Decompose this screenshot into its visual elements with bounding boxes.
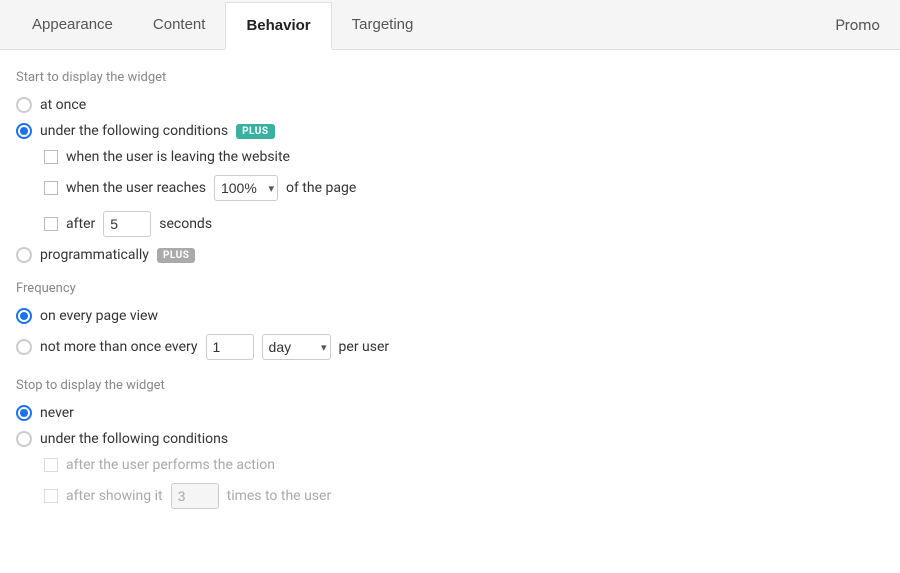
checkbox-after-action xyxy=(44,458,58,472)
label-seconds: seconds xyxy=(159,216,212,232)
radio-not-more[interactable] xyxy=(16,339,32,355)
frequency-number-input[interactable] xyxy=(206,334,254,360)
plus-badge-conditions: PLUS xyxy=(236,124,274,139)
radio-programmatically[interactable] xyxy=(16,247,32,263)
option-after-action: after the user performs the action xyxy=(44,457,884,473)
tab-appearance[interactable]: Appearance xyxy=(12,0,133,50)
option-not-more: not more than once every minute hour day… xyxy=(16,334,884,360)
showing-times-input xyxy=(171,483,219,509)
tab-behavior[interactable]: Behavior xyxy=(225,2,331,50)
stop-section-label: Stop to display the widget xyxy=(16,378,884,393)
tab-content[interactable]: Content xyxy=(133,0,226,50)
pct-select-wrapper: 25% 50% 75% 100% xyxy=(214,175,278,201)
tab-bar: Appearance Content Behavior Targeting Pr… xyxy=(0,0,900,50)
day-select-wrapper: minute hour day week month xyxy=(262,334,331,360)
label-reaches: when the user reaches xyxy=(66,180,206,196)
day-select[interactable]: minute hour day week month xyxy=(262,334,331,360)
option-under-conditions: under the following conditions PLUS xyxy=(16,123,884,139)
label-per-user: per user xyxy=(339,339,390,355)
label-leaving: when the user is leaving the website xyxy=(66,149,290,165)
option-every-page: on every page view xyxy=(16,308,884,324)
promo-link[interactable]: Promo xyxy=(835,16,880,34)
radio-never[interactable] xyxy=(16,405,32,421)
label-after: after xyxy=(66,216,95,232)
radio-under-conditions[interactable] xyxy=(16,123,32,139)
option-after-showing: after showing it times to the user xyxy=(44,483,884,509)
frequency-section-label: Frequency xyxy=(16,281,884,296)
label-of-page: of the page xyxy=(286,180,356,196)
option-reaches: when the user reaches 25% 50% 75% 100% o… xyxy=(44,175,884,201)
seconds-input[interactable] xyxy=(103,211,151,237)
label-after-showing: after showing it xyxy=(66,488,163,504)
main-content: Start to display the widget at once unde… xyxy=(0,50,900,539)
option-after-seconds: after seconds xyxy=(44,211,884,237)
radio-at-once[interactable] xyxy=(16,97,32,113)
plus-badge-programmatically: PLUS xyxy=(157,248,195,263)
radio-every-page[interactable] xyxy=(16,308,32,324)
pct-select[interactable]: 25% 50% 75% 100% xyxy=(214,175,278,201)
radio-stop-conditions[interactable] xyxy=(16,431,32,447)
label-after-action: after the user performs the action xyxy=(66,457,275,473)
label-times-to-user: times to the user xyxy=(227,488,332,504)
label-every-page: on every page view xyxy=(40,308,158,324)
checkbox-reaches[interactable] xyxy=(44,181,58,195)
checkbox-after-seconds[interactable] xyxy=(44,217,58,231)
label-at-once: at once xyxy=(40,97,86,113)
option-leaving: when the user is leaving the website xyxy=(44,149,884,165)
label-not-more: not more than once every xyxy=(40,339,198,355)
option-at-once: at once xyxy=(16,97,884,113)
tab-targeting[interactable]: Targeting xyxy=(332,0,434,50)
option-stop-conditions: under the following conditions xyxy=(16,431,884,447)
checkbox-leaving[interactable] xyxy=(44,150,58,164)
option-never: never xyxy=(16,405,884,421)
start-section-label: Start to display the widget xyxy=(16,70,884,85)
label-programmatically: programmatically xyxy=(40,247,149,263)
checkbox-after-showing xyxy=(44,489,58,503)
label-under-conditions: under the following conditions xyxy=(40,123,228,139)
label-never: never xyxy=(40,405,74,421)
option-programmatically: programmatically PLUS xyxy=(16,247,884,263)
label-stop-conditions: under the following conditions xyxy=(40,431,228,447)
